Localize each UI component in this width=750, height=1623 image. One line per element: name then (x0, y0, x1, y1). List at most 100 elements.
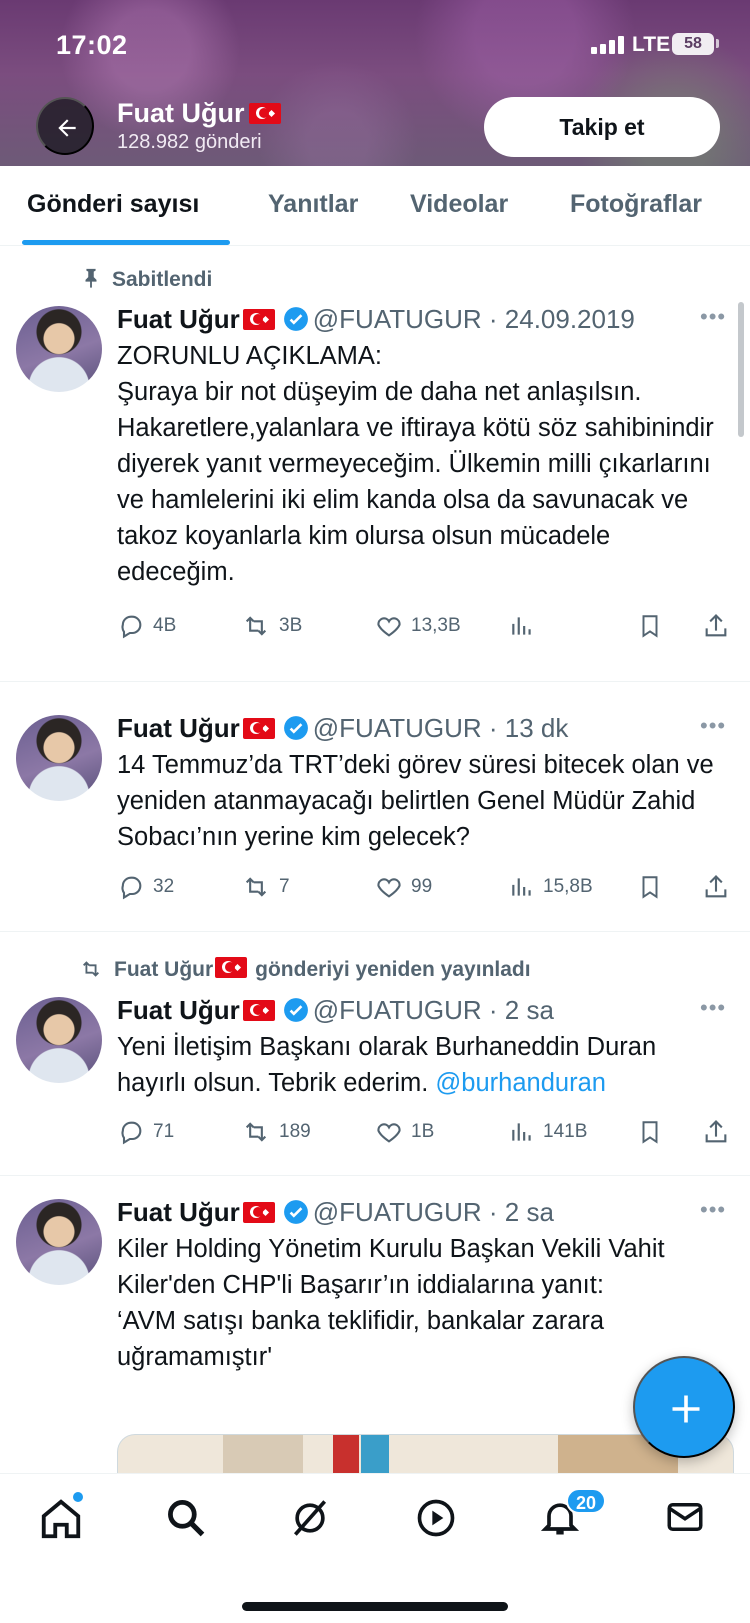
nav-grok[interactable] (288, 1496, 338, 1546)
post-header: Fuat Uğur @FUATUGUR · 24.09.2019 (117, 304, 635, 335)
nav-video[interactable] (414, 1496, 464, 1546)
tab-videos[interactable]: Videolar (410, 190, 508, 219)
views-button[interactable] (509, 612, 543, 640)
tab-posts[interactable]: Gönderi sayısı (27, 190, 199, 219)
reply-button[interactable]: 32 (117, 873, 174, 901)
reply-icon (121, 615, 142, 639)
media-part (223, 1435, 303, 1474)
follow-button[interactable]: Takip et (484, 97, 720, 157)
repost-button[interactable]: 3B (241, 612, 302, 640)
author-name[interactable]: Fuat Uğur (117, 713, 240, 743)
nav-search[interactable] (164, 1496, 214, 1546)
battery-tip (716, 39, 719, 48)
compose-post-button[interactable] (633, 1356, 735, 1458)
header-name-text: Fuat Uğur (117, 98, 245, 128)
verified-badge-icon (283, 998, 308, 1022)
post-actions: 71 189 1B 141B (117, 1118, 737, 1152)
bookmark-icon (642, 876, 658, 899)
views-icon (512, 878, 531, 896)
share-button[interactable] (702, 1118, 738, 1146)
tab-photos[interactable]: Fotoğraflar (570, 190, 702, 219)
reply-count: 32 (153, 876, 175, 897)
share-button[interactable] (702, 873, 738, 901)
post-text: Yeni İletişim Başkanı olarak Burhaneddin… (117, 1029, 717, 1101)
nav-messages[interactable] (664, 1496, 714, 1546)
repost-context-text: gönderiyi yeniden yayınladı (255, 958, 531, 981)
views-count: 15,8B (543, 876, 593, 897)
views-icon (512, 617, 531, 635)
media-part (333, 1435, 359, 1474)
bookmark-button[interactable] (637, 1118, 671, 1146)
bookmark-button[interactable] (637, 612, 671, 640)
author-handle: @FUATUGUR · 24.09.2019 (312, 304, 635, 334)
post-media-preview[interactable] (117, 1434, 734, 1474)
profile-header: 17:02 LTE 58 Fuat Uğur 128.982 gönderi T… (0, 0, 750, 166)
post-text: Kiler Holding Yönetim Kurulu Başkan Veki… (117, 1235, 665, 1371)
author-name[interactable]: Fuat Uğur (117, 304, 240, 334)
status-time: 17:02 (56, 30, 128, 60)
share-icon (705, 875, 727, 898)
avatar[interactable] (16, 1199, 102, 1285)
repost-button[interactable]: 189 (241, 1118, 311, 1146)
share-button[interactable] (702, 612, 738, 640)
repost-button[interactable]: 7 (241, 873, 290, 901)
grok-icon (293, 1500, 327, 1536)
post-text: ZORUNLU AÇIKLAMA: Şuraya bir not düşeyim… (117, 342, 714, 586)
post-item[interactable]: Fuat Uğur gönderiyi yeniden yayınladı Fua… (0, 933, 750, 1176)
turkey-flag-icon (248, 103, 281, 124)
post-item[interactable]: Fuat Uğur @FUATUGUR · 13 dk ••• 14 Temmuz… (0, 683, 750, 932)
heart-icon (377, 617, 401, 637)
views-button[interactable]: 141B (509, 1118, 587, 1146)
like-count: 99 (411, 876, 433, 897)
like-button[interactable]: 1B (375, 1118, 434, 1146)
author-handle: @FUATUGUR · 2 sa (312, 995, 554, 1025)
battery-icon: 58 (672, 33, 714, 55)
back-button[interactable] (36, 97, 94, 155)
mail-icon (667, 1503, 703, 1531)
reply-icon (121, 876, 142, 900)
reply-count: 71 (153, 1121, 175, 1142)
network-label: LTE (632, 33, 671, 56)
views-button[interactable]: 15,8B (509, 873, 593, 901)
more-options-icon[interactable]: ••• (700, 995, 726, 1021)
post-text: 14 Temmuz’da TRT’deki görev süresi bitec… (117, 751, 714, 851)
repost-count: 7 (279, 876, 290, 897)
media-part (361, 1435, 389, 1474)
tab-replies[interactable]: Yanıtlar (268, 190, 358, 219)
arrow-left-icon (58, 119, 76, 137)
scrollbar[interactable] (738, 302, 744, 437)
repost-context: Fuat Uğur gönderiyi yeniden yayınladı (78, 957, 531, 982)
reply-button[interactable]: 4B (117, 612, 176, 640)
repost-icon (245, 877, 267, 897)
post-actions: 32 7 99 15,8B (117, 873, 737, 907)
more-options-icon[interactable]: ••• (700, 304, 726, 330)
like-button[interactable]: 13,3B (375, 612, 461, 640)
nav-home[interactable] (38, 1496, 88, 1546)
more-options-icon[interactable]: ••• (700, 1197, 726, 1223)
post-pinned[interactable]: Sabitlendi Fuat Uğur @FUATUGUR · 24.09.20… (0, 246, 750, 682)
like-count: 13,3B (411, 615, 461, 636)
like-button[interactable]: 99 (375, 873, 432, 901)
mention-link[interactable]: @burhanduran (435, 1069, 606, 1097)
header-profile-name: Fuat Uğur (117, 98, 281, 129)
more-options-icon[interactable]: ••• (700, 713, 726, 739)
share-icon (705, 1120, 727, 1143)
avatar[interactable] (16, 997, 102, 1083)
reply-button[interactable]: 71 (117, 1118, 174, 1146)
author-name[interactable]: Fuat Uğur (117, 995, 240, 1025)
profile-tabs: Gönderi sayısı Yanıtlar Videolar Fotoğra… (0, 166, 750, 246)
author-handle: @FUATUGUR · 2 sa (312, 1197, 554, 1227)
header-post-count: 128.982 gönderi (117, 131, 262, 153)
post-item[interactable]: Fuat Uğur @FUATUGUR · 2 sa ••• Kiler Hold… (0, 1177, 750, 1477)
views-count: 141B (543, 1121, 588, 1142)
repost-icon (245, 616, 267, 636)
pin-icon (85, 268, 97, 289)
avatar[interactable] (16, 715, 102, 801)
signal-icon (591, 36, 625, 54)
bookmark-button[interactable] (637, 873, 671, 901)
avatar[interactable] (16, 306, 102, 392)
search-icon (168, 1500, 205, 1537)
play-icon (417, 1499, 455, 1537)
author-name[interactable]: Fuat Uğur (117, 1197, 240, 1227)
repost-context-name[interactable]: Fuat Uğur (114, 958, 213, 981)
